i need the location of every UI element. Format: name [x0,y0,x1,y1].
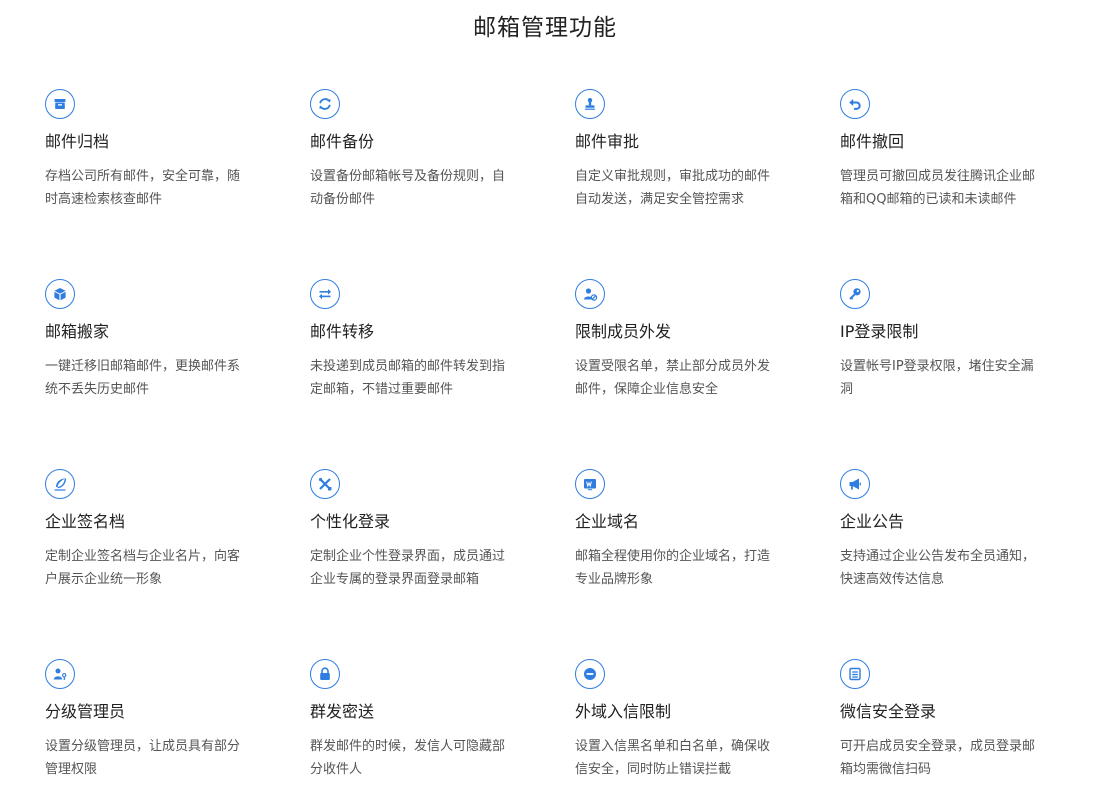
feature-ip-login-limit[interactable]: IP登录限制 设置帐号IP登录权限，堵住安全漏洞 [840,279,1050,401]
feature-custom-login[interactable]: 个性化登录 定制企业个性登录界面，成员通过企业专属的登录界面登录邮箱 [310,469,520,591]
feature-desc: 自定义审批规则，审批成功的邮件自动发送，满足安全管控需求 [575,169,771,207]
feature-title: 邮件审批 [575,132,640,151]
lock-icon [310,659,340,689]
key-icon [840,279,870,309]
feature-external-inbound-limit[interactable]: 外域入信限制 设置入信黑名单和白名单，确保收信安全，同时防止错误拦截 [575,659,785,781]
archive-icon [45,89,75,119]
feature-title: 外域入信限制 [575,702,672,721]
minus-circle-icon [575,659,605,689]
feature-desc: 支持通过企业公告发布全员通知，快速高效传达信息 [840,549,1036,587]
feature-desc: 管理员可撤回成员发往腾讯企业邮箱和QQ邮箱的已读和未读邮件 [840,169,1036,207]
feature-mail-backup[interactable]: 邮件备份 设置备份邮箱帐号及备份规则，自动备份邮件 [310,89,520,211]
tools-icon [310,469,340,499]
feature-bcc-mass-send[interactable]: 群发密送 群发邮件的时候，发信人可隐藏部分收件人 [310,659,520,781]
feature-desc: 设置入信黑名单和白名单，确保收信安全，同时防止错误拦截 [575,739,771,777]
feature-mail-approval[interactable]: 邮件审批 自定义审批规则，审批成功的邮件自动发送，满足安全管控需求 [575,89,785,211]
page-title: 邮箱管理功能 [473,15,617,41]
box-icon [45,279,75,309]
feather-icon [45,469,75,499]
feature-enterprise-domain[interactable]: 企业域名 邮箱全程使用你的企业域名，打造专业品牌形象 [575,469,785,591]
transfer-icon [310,279,340,309]
feature-title: 邮件归档 [45,132,110,151]
user-block-icon [575,279,605,309]
feature-title: 群发密送 [310,702,375,721]
feature-title: 企业公告 [840,512,905,531]
megaphone-icon [840,469,870,499]
feature-enterprise-signature[interactable]: 企业签名档 定制企业签名档与企业名片，向客户展示企业统一形象 [45,469,255,591]
feature-title: 企业签名档 [45,512,126,531]
feature-title: 企业域名 [575,512,640,531]
feature-desc: 未投递到成员邮箱的邮件转发到指定邮箱，不错过重要邮件 [310,359,506,397]
feature-desc: 可开启成员安全登录，成员登录邮箱均需微信扫码 [840,739,1036,777]
feature-desc: 设置受限名单，禁止部分成员外发邮件，保障企业信息安全 [575,359,771,397]
feature-mail-archive[interactable]: 邮件归档 存档公司所有邮件，安全可靠，随时高速检索核查邮件 [45,89,255,211]
feature-desc: 邮箱全程使用你的企业域名，打造专业品牌形象 [575,549,771,587]
sync-icon [310,89,340,119]
feature-title: 邮件转移 [310,322,375,341]
feature-title: 个性化登录 [310,512,391,531]
feature-title: 邮件撤回 [840,132,905,151]
feature-title: IP登录限制 [840,322,919,341]
feature-desc: 存档公司所有邮件，安全可靠，随时高速检索核查邮件 [45,169,241,207]
feature-desc: 定制企业签名档与企业名片，向客户展示企业统一形象 [45,549,241,587]
feature-enterprise-notice[interactable]: 企业公告 支持通过企业公告发布全员通知，快速高效传达信息 [840,469,1050,591]
feature-mailbox-migration[interactable]: 邮箱搬家 一键迁移旧邮箱邮件，更换邮件系统不丢失历史邮件 [45,279,255,401]
feature-title: 限制成员外发 [575,322,672,341]
feature-wechat-secure-login[interactable]: 微信安全登录 可开启成员安全登录，成员登录邮箱均需微信扫码 [840,659,1050,781]
feature-title: 微信安全登录 [840,702,937,721]
feature-desc: 设置备份邮箱帐号及备份规则，自动备份邮件 [310,169,506,207]
feature-title: 分级管理员 [45,702,126,721]
feature-desc: 设置帐号IP登录权限，堵住安全漏洞 [840,359,1034,397]
feature-desc: 设置分级管理员，让成员具有部分管理权限 [45,739,241,777]
list-icon [840,659,870,689]
feature-tiered-admin[interactable]: 分级管理员 设置分级管理员，让成员具有部分管理权限 [45,659,255,781]
feature-mail-transfer[interactable]: 邮件转移 未投递到成员邮箱的邮件转发到指定邮箱，不错过重要邮件 [310,279,520,401]
admin-key-icon [45,659,75,689]
stamp-icon [575,89,605,119]
domain-icon [575,469,605,499]
feature-restrict-outbound[interactable]: 限制成员外发 设置受限名单，禁止部分成员外发邮件，保障企业信息安全 [575,279,785,401]
feature-title: 邮箱搬家 [45,322,110,341]
feature-desc: 定制企业个性登录界面，成员通过企业专属的登录界面登录邮箱 [310,549,506,587]
feature-title: 邮件备份 [310,132,375,151]
undo-icon [840,89,870,119]
feature-mail-recall[interactable]: 邮件撤回 管理员可撤回成员发往腾讯企业邮箱和QQ邮箱的已读和未读邮件 [840,89,1050,211]
feature-desc: 群发邮件的时候，发信人可隐藏部分收件人 [310,739,506,777]
feature-desc: 一键迁移旧邮箱邮件，更换邮件系统不丢失历史邮件 [45,359,241,397]
